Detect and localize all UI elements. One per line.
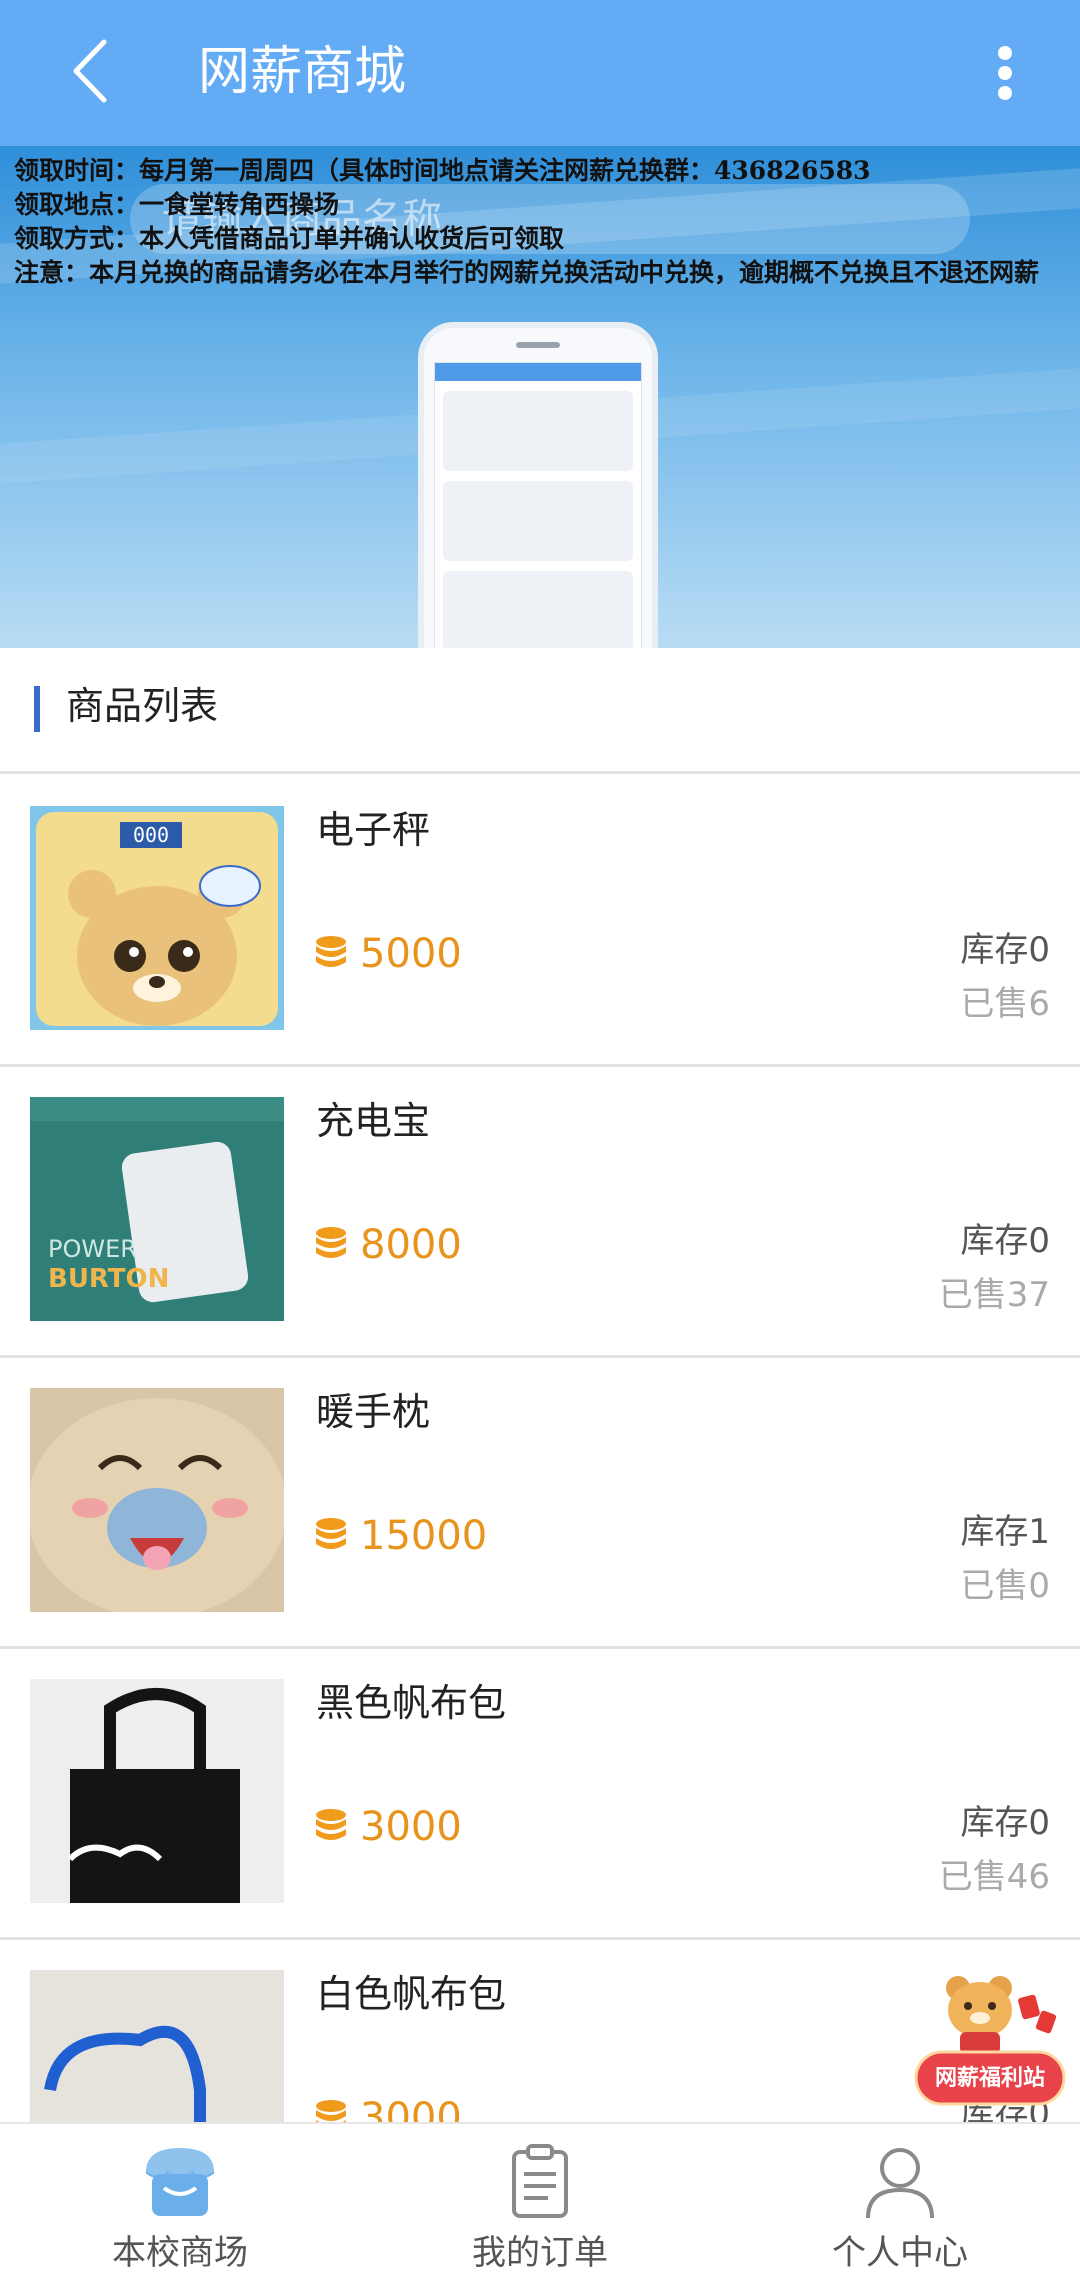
bottom-nav: 本校商场 我的订单 个人中心	[0, 2122, 1080, 2290]
chevron-left-icon	[73, 39, 107, 103]
clipboard-icon	[512, 2144, 568, 2218]
product-item[interactable]: 暖手枕 15000 库存1 已售0	[0, 1358, 1080, 1649]
section-accent-bar	[34, 686, 40, 732]
nav-label: 我的订单	[472, 2233, 608, 2273]
powerbank-brand-text: POWER	[48, 1235, 137, 1263]
coin-icon	[316, 2100, 346, 2122]
phone-illustration	[418, 322, 658, 648]
welfare-station-button[interactable]: 网薪福利站	[910, 1966, 1070, 2116]
app-header: 网薪商城	[0, 0, 1080, 146]
welfare-station-label: 网薪福利站	[934, 2066, 1045, 2091]
section-header: 商品列表	[0, 648, 1080, 774]
product-stock: 库存0	[960, 1803, 1050, 1843]
product-price: 3000	[360, 1804, 462, 1850]
product-sold: 已售6	[960, 984, 1050, 1024]
product-price: 5000	[360, 931, 462, 977]
shop-icon	[145, 2148, 215, 2216]
product-image	[30, 1388, 284, 1612]
product-item[interactable]: 黑色帆布包 3000 库存0 已售46	[0, 1649, 1080, 1940]
product-price: 3000	[360, 2095, 462, 2122]
product-item[interactable]: POWER BURTON 充电宝 8000 库存0 已售37	[0, 1067, 1080, 1358]
back-button[interactable]	[60, 36, 130, 106]
user-icon	[866, 2148, 934, 2219]
notice-line: 注意：本月兑换的商品请务必在本月举行的网薪兑换活动中兑换，逾期概不兑换且不退还网…	[14, 258, 1040, 287]
section-title: 商品列表	[66, 684, 219, 728]
product-name: 充电宝	[316, 1099, 431, 1143]
product-sold: 已售46	[938, 1857, 1050, 1897]
product-stock: 库存0	[960, 1221, 1050, 1261]
product-price: 8000	[360, 1222, 462, 1268]
nav-item-shop[interactable]: 本校商场	[0, 2124, 360, 2290]
product-price: 15000	[360, 1513, 488, 1559]
product-image: 000	[30, 806, 284, 1030]
product-name: 电子秤	[316, 808, 431, 852]
product-name: 黑色帆布包	[316, 1681, 507, 1725]
powerbank-brand-text: BURTON	[48, 1264, 169, 1294]
nav-label: 个人中心	[832, 2233, 968, 2273]
page-title: 网薪商城	[198, 42, 407, 102]
product-sold: 已售37	[938, 1275, 1050, 1315]
product-image: POWER BURTON	[30, 1097, 284, 1321]
product-image	[30, 1970, 284, 2122]
nav-item-orders[interactable]: 我的订单	[360, 2124, 720, 2290]
coin-icon	[316, 1518, 346, 1549]
notice-line: 领取时间：每月第一周周四（具体时间地点请关注网薪兑换群：436826583	[14, 156, 871, 185]
product-stock: 库存1	[960, 1512, 1050, 1552]
nav-item-profile[interactable]: 个人中心	[720, 2124, 1080, 2290]
scale-display-text: 000	[133, 823, 169, 847]
notice-text: 领取时间：每月第一周周四（具体时间地点请关注网薪兑换群：436826583 领取…	[14, 154, 1074, 290]
notice-line: 领取方式：本人凭借商品订单并确认收货后可领取	[14, 224, 565, 253]
product-item[interactable]: 000 电子秤 5000 库存0 已售6	[0, 776, 1080, 1067]
more-vertical-icon	[980, 46, 1030, 100]
coin-icon	[316, 1227, 346, 1258]
product-image	[30, 1679, 284, 1903]
product-name: 暖手枕	[316, 1390, 431, 1434]
product-sold: 已售0	[960, 1566, 1050, 1606]
product-list: 000 电子秤 5000 库存0 已售6 POWER BURTON 充电宝 80…	[0, 776, 1080, 2122]
more-button[interactable]	[980, 40, 1030, 110]
coin-icon	[316, 1809, 346, 1840]
notice-line: 领取地点：一食堂转角西操场	[14, 190, 340, 219]
banner: 领取时间：每月第一周周四（具体时间地点请关注网薪兑换群：436826583 领取…	[0, 146, 1080, 648]
coin-icon	[316, 936, 346, 967]
nav-label: 本校商场	[112, 2233, 248, 2273]
product-name: 白色帆布包	[316, 1972, 507, 2016]
product-stock: 库存0	[960, 930, 1050, 970]
